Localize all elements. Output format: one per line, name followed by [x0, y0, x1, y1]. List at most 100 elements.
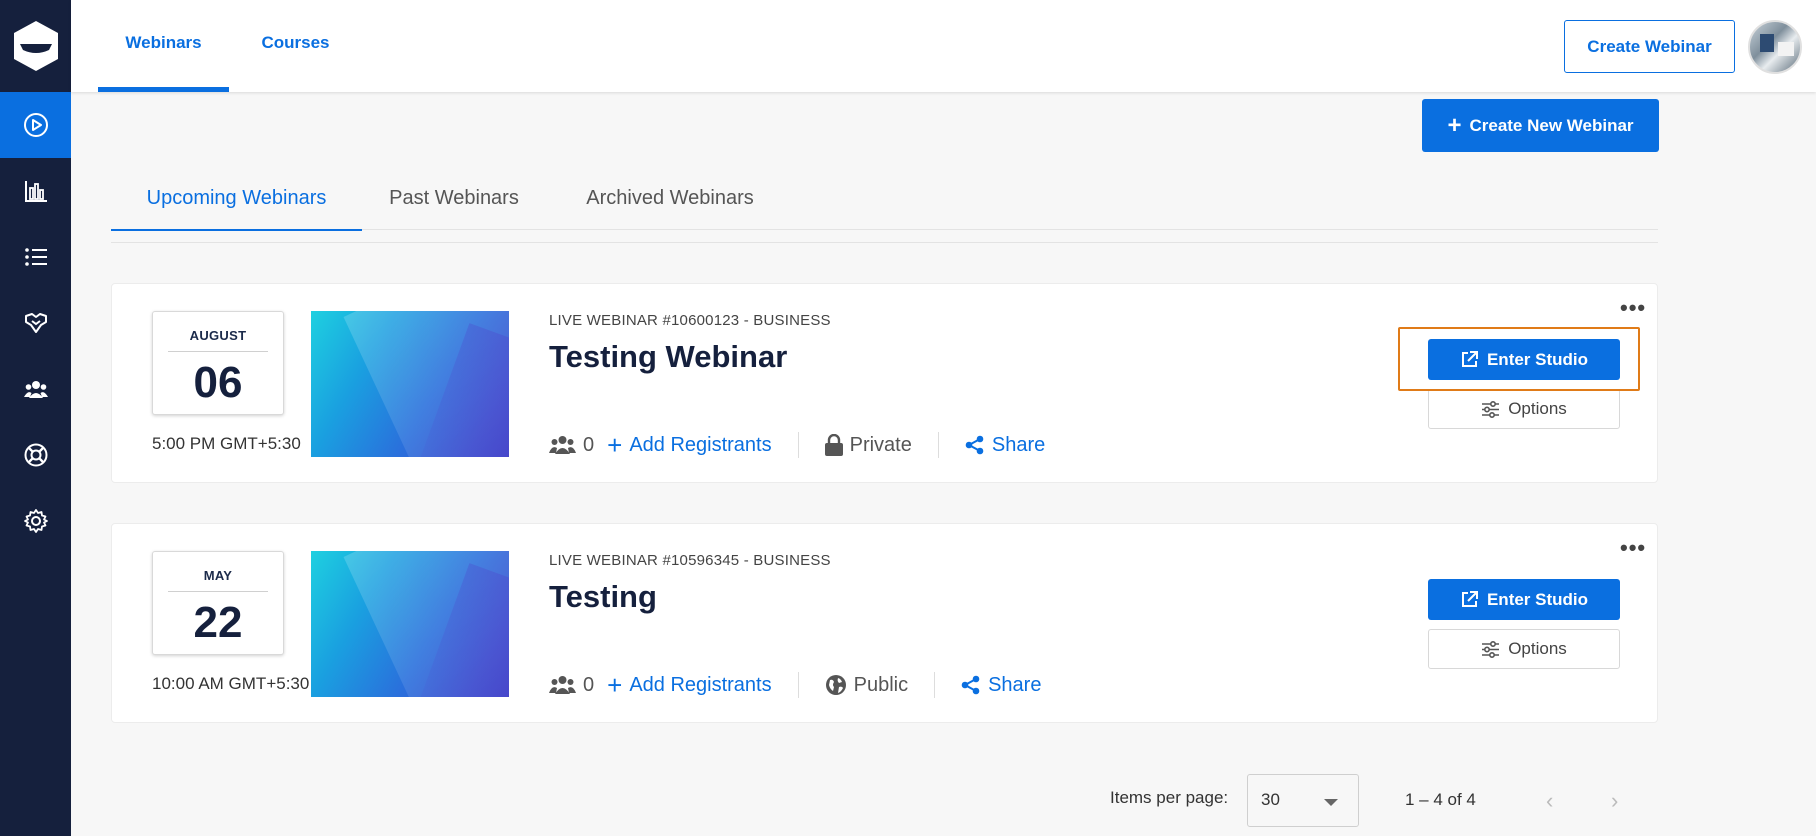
tab-upcoming-webinars[interactable]: Upcoming Webinars — [111, 175, 362, 231]
tab-past-webinars[interactable]: Past Webinars — [379, 175, 529, 230]
users-icon — [549, 436, 576, 454]
lock-icon — [824, 434, 843, 456]
lifebuoy-icon — [24, 443, 47, 467]
registrants-count: 0 — [549, 674, 594, 697]
plus-icon: + — [1447, 111, 1462, 139]
play-circle-icon — [23, 113, 48, 137]
sidebar-item-analytics[interactable] — [0, 158, 71, 224]
sidebar — [0, 0, 71, 836]
webinar-meta: 0 + Add Registrants Public Share — [549, 670, 1041, 700]
webinar-title[interactable]: Testing — [549, 579, 657, 615]
webinar-time: 10:00 AM GMT+5:30 — [152, 674, 310, 693]
tab-archived-webinars[interactable]: Archived Webinars — [571, 175, 769, 230]
share-label: Share — [988, 673, 1042, 696]
privacy-label: Private — [849, 433, 912, 456]
more-options-icon[interactable]: ••• — [1620, 537, 1646, 559]
plus-icon: + — [607, 430, 623, 460]
gear-icon — [23, 509, 48, 533]
chevron-down-icon — [1324, 799, 1338, 806]
add-registrants-link[interactable]: + Add Registrants — [607, 672, 771, 698]
items-per-page-label: Items per page: — [1110, 788, 1229, 807]
date-day: 06 — [193, 358, 243, 407]
share-icon — [965, 435, 984, 455]
share-label: Share — [991, 433, 1046, 456]
integrations-icon — [24, 313, 47, 333]
create-webinar-label: Create Webinar — [1587, 36, 1712, 56]
add-registrants-link[interactable]: + Add Registrants — [607, 432, 771, 458]
sliders-icon — [1482, 400, 1500, 418]
tab-upcoming-label: Upcoming Webinars — [146, 187, 327, 209]
meta-divider — [797, 672, 799, 698]
sidebar-item-settings[interactable] — [0, 488, 71, 554]
webinar-meta: 0 + Add Registrants Private Share — [549, 430, 1045, 460]
sidebar-item-users[interactable] — [0, 356, 71, 422]
tab-past-label: Past Webinars — [389, 187, 519, 209]
avatar[interactable] — [1748, 20, 1802, 74]
tab-webinars[interactable]: Webinars — [98, 0, 229, 92]
options-label: Options — [1508, 399, 1567, 418]
bar-chart-icon — [24, 181, 47, 202]
registrants-number: 0 — [583, 433, 595, 456]
items-per-page-value: 30 — [1261, 790, 1280, 809]
tab-courses-label: Courses — [261, 33, 330, 52]
options-button[interactable]: Options — [1428, 389, 1620, 429]
share-link[interactable]: Share — [961, 674, 1041, 697]
plus-icon: + — [607, 670, 623, 700]
list-icon — [24, 248, 47, 266]
webinar-type: LIVE WEBINAR #10596345 - BUSINESS — [549, 552, 831, 569]
share-icon — [961, 675, 980, 695]
webinar-thumbnail[interactable] — [311, 311, 509, 457]
sliders-icon — [1482, 640, 1500, 658]
previous-page-icon[interactable]: ‹ — [1546, 788, 1553, 814]
tab-courses[interactable]: Courses — [243, 0, 348, 92]
highlight-box — [1398, 327, 1640, 391]
users-icon — [23, 381, 48, 398]
next-page-icon[interactable]: › — [1611, 788, 1618, 814]
meta-divider — [937, 432, 939, 458]
share-link[interactable]: Share — [965, 434, 1045, 457]
options-button[interactable]: Options — [1428, 629, 1620, 669]
logo-icon — [13, 21, 58, 71]
meta-divider — [934, 672, 936, 698]
options-label: Options — [1508, 639, 1567, 658]
more-options-icon[interactable]: ••• — [1620, 297, 1646, 319]
tabs-divider — [111, 230, 1658, 243]
date-badge: AUGUST 06 — [152, 311, 284, 415]
privacy-label: Public — [853, 673, 909, 696]
tab-archived-label: Archived Webinars — [586, 187, 754, 209]
date-badge: MAY 22 — [152, 551, 284, 655]
webinar-thumbnail[interactable] — [311, 551, 509, 697]
items-per-page-select[interactable]: 30 — [1247, 774, 1359, 827]
top-bar: Webinars Courses — [71, 0, 1816, 92]
users-icon — [549, 676, 576, 694]
date-month: AUGUST — [189, 328, 247, 343]
create-new-webinar-button[interactable]: + Create New Webinar — [1422, 99, 1659, 152]
registrants-count: 0 — [549, 434, 594, 457]
sidebar-item-webinars[interactable] — [0, 92, 71, 158]
enter-studio-button[interactable]: Enter Studio — [1428, 579, 1620, 620]
date-divider — [168, 351, 268, 352]
meta-divider — [797, 432, 799, 458]
webinar-type: LIVE WEBINAR #10600123 - BUSINESS — [549, 312, 831, 329]
webinar-tabs: Upcoming Webinars Past Webinars Archived… — [111, 175, 1658, 231]
webinar-card: MAY 22 10:00 AM GMT+5:30 LIVE WEBINAR #1… — [111, 523, 1658, 723]
webinar-title[interactable]: Testing Webinar — [549, 339, 787, 375]
privacy-status: Public — [825, 674, 908, 697]
add-registrants-label: Add Registrants — [629, 433, 772, 456]
date-day: 22 — [193, 598, 243, 647]
create-new-webinar-label: Create New Webinar — [1469, 115, 1634, 135]
sidebar-item-support[interactable] — [0, 422, 71, 488]
registrants-number: 0 — [583, 673, 595, 696]
privacy-status: Private — [824, 433, 912, 457]
create-webinar-button[interactable]: Create Webinar — [1564, 20, 1735, 73]
date-divider — [168, 591, 268, 592]
tab-webinars-label: Webinars — [125, 33, 202, 52]
external-link-icon — [1461, 591, 1478, 607]
enter-studio-label: Enter Studio — [1486, 589, 1589, 609]
pagination-range: 1 – 4 of 4 — [1405, 790, 1476, 809]
sidebar-item-list[interactable] — [0, 224, 71, 290]
globe-icon — [825, 675, 846, 695]
app-logo[interactable] — [0, 0, 71, 92]
date-month: MAY — [203, 568, 233, 583]
sidebar-item-integrations[interactable] — [0, 290, 71, 356]
